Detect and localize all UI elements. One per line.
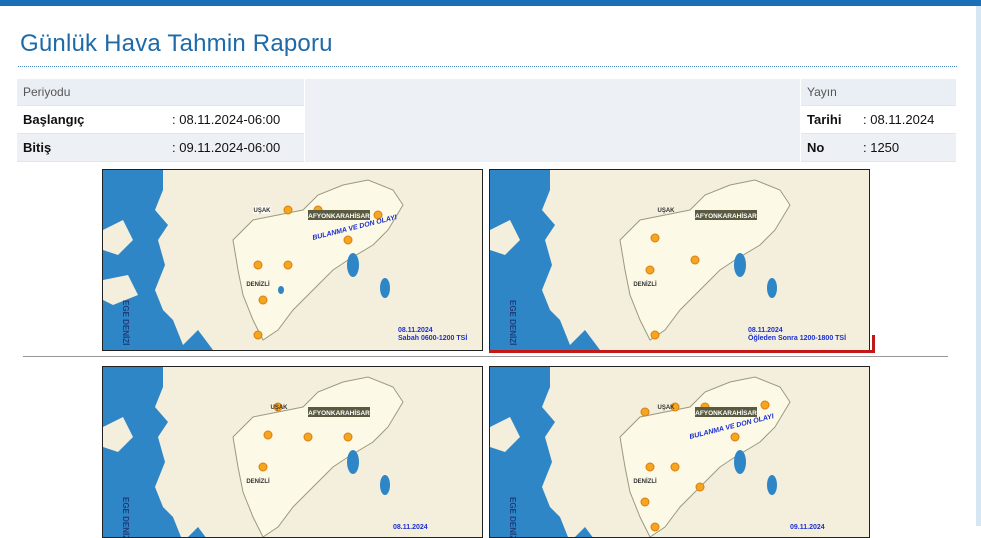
map-date: 08.11.2024 <box>398 327 433 334</box>
city-label-afyon: AFYONKARAHİSAR <box>308 409 370 417</box>
city-label-denizli: DENİZLİ <box>633 478 657 485</box>
forecast-map-3[interactable]: AFYONKARAHİSAR UŞAK DENİZLİ EGE DENİZİ 0… <box>102 366 483 538</box>
forecast-map-2[interactable]: AFYONKARAHİSAR UŞAK DENİZLİ EGE DENİZİ 0… <box>489 169 870 351</box>
city-label-afyon: AFYONKARAHİSAR <box>695 409 757 417</box>
selected-map-indicator <box>489 335 875 353</box>
city-label-usak: UŞAK <box>270 405 288 411</box>
city-label-afyon: AFYONKARAHİSAR <box>308 212 370 220</box>
city-label-denizli: DENİZLİ <box>246 478 270 485</box>
publication-date-value: : 08.11.2024 <box>863 112 935 127</box>
publication-no-label: No <box>807 140 825 155</box>
publication-date-label: Tarihi <box>807 112 842 127</box>
end-label: Bitiş <box>23 140 52 155</box>
period-table: Periyodu Başlangıç : 08.11.2024-06:00 Bi… <box>17 79 304 162</box>
forecast-map-4[interactable]: AFYONKARAHİSAR UŞAK DENİZLİ BULANMA VE D… <box>489 366 870 538</box>
map-date: 09.11.2024 <box>790 524 825 531</box>
map-period: Sabah 0600-1200 TSİ <box>398 334 467 342</box>
page-title: Günlük Hava Tahmin Raporu <box>20 30 333 57</box>
period-header-row: Periyodu <box>17 79 304 106</box>
city-label-usak: UŞAK <box>657 405 675 411</box>
start-label: Başlangıç <box>23 112 85 127</box>
map-date: 08.11.2024 <box>748 327 783 334</box>
map-row-divider <box>23 356 948 357</box>
map-date: 08.11.2024 <box>393 524 428 531</box>
period-start-row: Başlangıç : 08.11.2024-06:00 <box>17 106 304 134</box>
city-label-denizli: DENİZLİ <box>633 281 657 288</box>
city-label-usak: UŞAK <box>253 208 271 214</box>
period-header: Periyodu <box>23 85 71 99</box>
publication-table: Yayın Tarihi : 08.11.2024 No : 1250 <box>801 79 956 162</box>
publication-date-row: Tarihi : 08.11.2024 <box>801 106 956 134</box>
period-end-row: Bitiş : 09.11.2024-06:00 <box>17 134 304 162</box>
publication-header: Yayın <box>807 85 837 99</box>
city-label-denizli: DENİZLİ <box>246 281 270 288</box>
sea-label: EGE DENİZİ <box>121 300 130 345</box>
end-value: : 09.11.2024-06:00 <box>172 140 281 155</box>
publication-no-value: : 1250 <box>863 140 900 155</box>
publication-no-row: No : 1250 <box>801 134 956 162</box>
info-spacer <box>305 79 800 162</box>
publication-header-row: Yayın <box>801 79 956 106</box>
scrollbar[interactable] <box>976 6 981 526</box>
sea-label: EGE DENİZİ <box>121 497 130 538</box>
title-divider <box>18 66 957 67</box>
city-label-afyon: AFYONKARAHİSAR <box>695 212 757 220</box>
start-value: : 08.11.2024-06:00 <box>172 112 281 127</box>
forecast-map-1[interactable]: AFYONKARAHİSAR UŞAK DENİZLİ BULANMA VE D… <box>102 169 483 351</box>
sea-label: EGE DENİZİ <box>508 497 517 538</box>
top-accent-bar <box>0 0 981 6</box>
city-label-usak: UŞAK <box>657 208 675 214</box>
